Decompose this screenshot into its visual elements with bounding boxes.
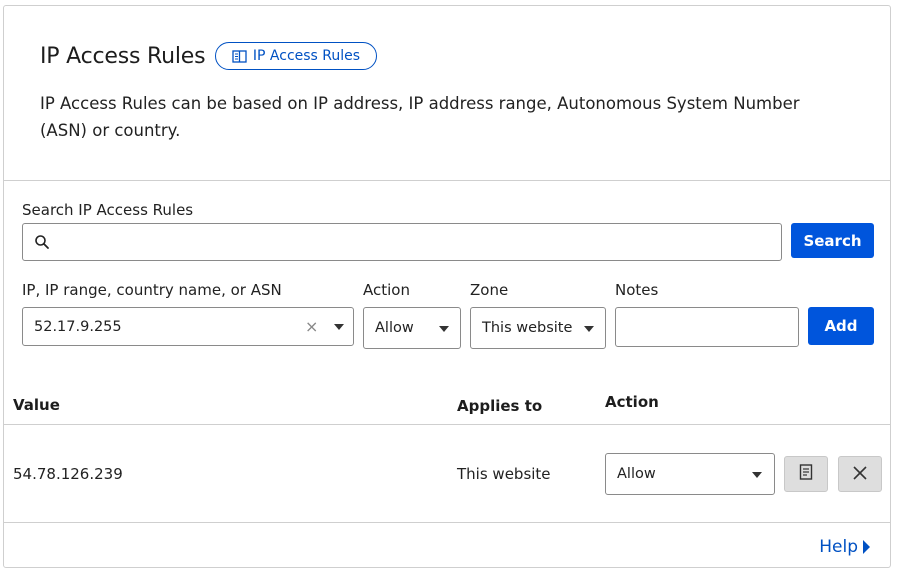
page-title: IP Access Rules [40, 44, 206, 69]
row-value: 54.78.126.239 [13, 465, 123, 483]
caret-right-icon [863, 540, 870, 554]
search-label: Search IP Access Rules [22, 201, 194, 219]
search-input[interactable] [59, 224, 773, 262]
documentation-link-label: IP Access Rules [252, 48, 361, 64]
page-description: IP Access Rules can be based on IP addre… [40, 94, 800, 140]
chevron-down-icon [439, 326, 449, 332]
column-header-value: Value [13, 396, 60, 414]
ip-field-label: IP, IP range, country name, or ASN [22, 281, 282, 299]
edit-note-button[interactable] [784, 456, 828, 492]
column-header-applies-to: Applies to [457, 397, 543, 415]
action-select-value: Allow [375, 320, 414, 336]
ip-select-value: 52.17.9.255 [34, 318, 122, 335]
table-header-divider [4, 424, 890, 425]
chevron-down-icon[interactable] [334, 324, 344, 330]
search-icon [34, 234, 50, 254]
help-link[interactable]: Help [819, 537, 870, 557]
table-footer-divider [4, 522, 890, 523]
close-icon [853, 465, 867, 484]
delete-rule-button[interactable] [838, 456, 882, 492]
note-icon [799, 464, 813, 484]
help-link-label: Help [819, 537, 858, 557]
action-field-label: Action [363, 281, 410, 299]
zone-select-value: This website [482, 320, 573, 336]
notes-field[interactable] [615, 307, 799, 347]
zone-field-label: Zone [470, 281, 509, 299]
action-select[interactable]: Allow [363, 307, 461, 349]
search-field[interactable] [22, 223, 782, 262]
card-header: IP Access Rules IP Access Rules IP Acces… [4, 6, 890, 181]
row-action-select[interactable]: Allow [605, 453, 775, 495]
zone-select[interactable]: This website [470, 307, 606, 349]
documentation-link[interactable]: IP Access Rules [215, 42, 377, 70]
ip-select[interactable]: 52.17.9.255 × [22, 307, 354, 346]
add-button[interactable]: Add [808, 307, 874, 345]
chevron-down-icon [752, 472, 762, 478]
notes-field-label: Notes [615, 281, 659, 299]
row-applies-to: This website [457, 465, 551, 483]
column-header-action: Action [605, 393, 659, 411]
book-icon [232, 49, 247, 63]
search-button[interactable]: Search [791, 223, 874, 258]
chevron-down-icon [584, 326, 594, 332]
row-action-select-value: Allow [617, 466, 656, 482]
clear-icon[interactable]: × [305, 319, 318, 335]
ip-access-rules-card: IP Access Rules IP Access Rules IP Acces… [3, 5, 891, 568]
